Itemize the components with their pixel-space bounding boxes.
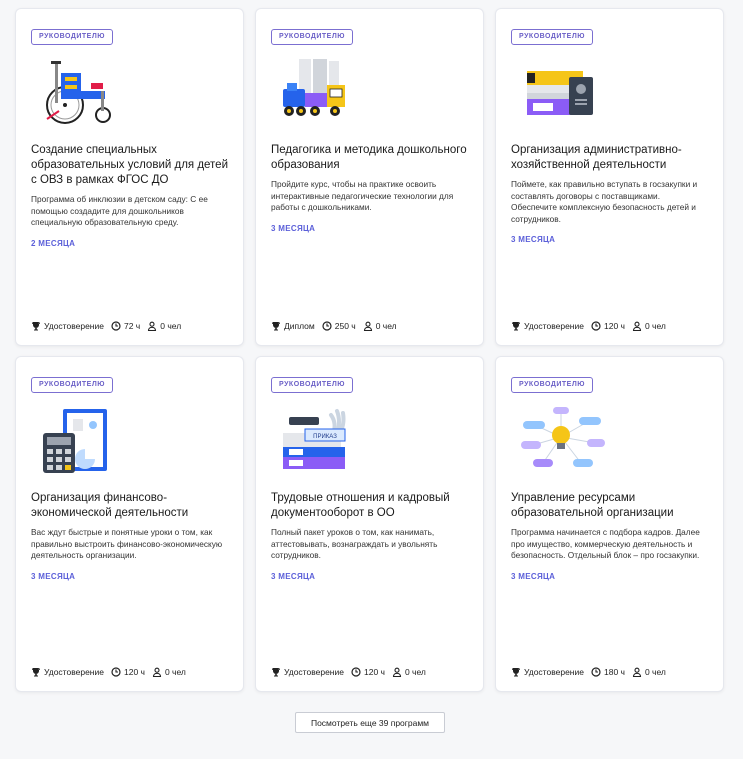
program-meta: Удостоверение 120 ч 0 чел (31, 667, 193, 677)
trophy-icon (511, 322, 521, 331)
trophy-icon (511, 668, 521, 677)
program-duration: 3 МЕСЯЦА (511, 571, 556, 581)
program-card[interactable]: РУКОВОДИТЕЛЮ Создание специальных образо… (15, 8, 244, 346)
students-count: 0 чел (404, 667, 426, 677)
user-icon (392, 667, 402, 677)
hours-count: 120 ч (363, 667, 385, 677)
program-meta: Удостоверение 72 ч 0 чел (31, 321, 188, 331)
clock-icon (591, 667, 601, 677)
program-duration: 2 МЕСЯЦА (31, 238, 76, 248)
audience-badge: РУКОВОДИТЕЛЮ (511, 29, 593, 45)
clock-icon (111, 667, 121, 677)
clock-icon (111, 321, 121, 331)
document-type: Удостоверение (284, 667, 344, 677)
program-description: Поймете, как правильно вступать в госзак… (511, 179, 698, 224)
program-description: Полный пакет уроков о том, как нанимать,… (271, 527, 438, 560)
wheelchair-icon (35, 55, 135, 131)
trophy-icon (271, 668, 281, 677)
program-card[interactable]: РУКОВОДИТЕЛЮ Педагогика и методика дошко… (255, 8, 484, 346)
students-count: 0 чел (164, 667, 186, 677)
document-type: Удостоверение (44, 667, 104, 677)
document-type: Удостоверение (524, 321, 584, 331)
trophy-icon (271, 322, 281, 331)
user-icon (152, 667, 162, 677)
user-icon (148, 321, 157, 331)
hours-count: 72 ч (123, 321, 141, 331)
hours-count: 120 ч (603, 321, 625, 331)
hours-count: 250 ч (334, 321, 356, 331)
program-card[interactable]: РУКОВОДИТЕЛЮ ПРИКАЗ Трудовые отношения и… (255, 356, 484, 692)
trophy-icon (31, 322, 41, 331)
program-meta: Удостоверение 180 ч 0 чел (511, 667, 673, 677)
calculator-icon (35, 403, 135, 479)
program-description: Программа об инклюзии в детском саду: С … (31, 194, 208, 227)
prikaz-label: ПРИКАЗ (313, 434, 337, 440)
trophy-icon (31, 668, 41, 677)
program-meta: Удостоверение 120 ч 0 чел (511, 321, 673, 331)
program-description: Программа начинается с подбора кадров. Д… (511, 527, 700, 560)
binders-icon (515, 55, 615, 131)
hours-count: 120 ч (123, 667, 145, 677)
audience-badge: РУКОВОДИТЕЛЮ (511, 377, 593, 393)
program-meta: Удостоверение 120 ч 0 чел (271, 667, 433, 677)
program-title[interactable]: Организация административно-хозяйственно… (511, 143, 708, 173)
order-folders-icon: ПРИКАЗ (275, 403, 375, 479)
program-card[interactable]: РУКОВОДИТЕЛЮ Организация финансово-эконо… (15, 356, 244, 692)
students-count: 0 чел (375, 321, 397, 331)
program-title[interactable]: Педагогика и методика дошкольного образо… (271, 143, 468, 173)
program-title[interactable]: Управление ресурсами образовательной орг… (511, 491, 708, 521)
program-meta: Диплом 250 ч 0 чел (271, 321, 404, 331)
lightbulb-mindmap-icon (515, 403, 615, 479)
program-title[interactable]: Трудовые отношения и кадровый документоо… (271, 491, 468, 521)
program-card[interactable]: РУКОВОДИТЕЛЮ Управление ресурсами образо… (495, 356, 724, 692)
clock-icon (591, 321, 601, 331)
students-count: 0 чел (644, 321, 666, 331)
program-title[interactable]: Организация финансово-экономической деят… (31, 491, 228, 521)
program-duration: 3 МЕСЯЦА (511, 235, 556, 244)
clock-icon (351, 667, 361, 677)
user-icon (363, 321, 372, 331)
program-duration: 3 МЕСЯЦА (271, 223, 316, 233)
audience-badge: РУКОВОДИТЕЛЮ (271, 29, 353, 45)
document-type: Диплом (284, 321, 315, 331)
program-duration: 3 МЕСЯЦА (271, 571, 316, 581)
user-icon (632, 667, 642, 677)
programs-grid: РУКОВОДИТЕЛЮ Создание специальных образо… (15, 8, 724, 692)
program-card[interactable]: РУКОВОДИТЕЛЮ Организация административно… (495, 8, 724, 346)
audience-badge: РУКОВОДИТЕЛЮ (31, 29, 113, 45)
audience-badge: РУКОВОДИТЕЛЮ (271, 377, 353, 393)
document-type: Удостоверение (44, 321, 104, 331)
program-duration: 3 МЕСЯЦА (31, 571, 76, 581)
user-icon (632, 321, 642, 331)
students-count: 0 чел (644, 667, 666, 677)
program-description: Вас ждут быстрые и понятные уроки о том,… (31, 527, 223, 560)
program-title[interactable]: Создание специальных образовательных усл… (31, 143, 228, 188)
hours-count: 180 ч (603, 667, 625, 677)
students-count: 0 чел (160, 321, 182, 331)
program-description: Пройдите курс, чтобы на практике освоить… (271, 179, 454, 212)
audience-badge: РУКОВОДИТЕЛЮ (31, 377, 113, 393)
toy-train-icon (275, 55, 375, 131)
show-more-button[interactable]: Посмотреть еще 39 программ (295, 712, 445, 733)
clock-icon (322, 321, 332, 331)
document-type: Удостоверение (524, 667, 584, 677)
